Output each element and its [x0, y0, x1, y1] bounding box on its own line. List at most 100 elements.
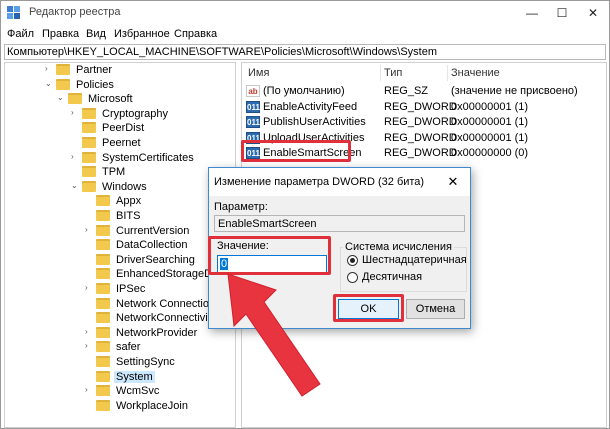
- radio-dec-label[interactable]: Десятичная: [362, 271, 422, 283]
- folder-icon: [96, 239, 110, 251]
- key-tree[interactable]: › Partner ⌄ Policies ⌄ Microsoft › Cryptography…: [4, 62, 236, 428]
- value-data: 0x00000001 (1): [451, 131, 529, 144]
- column-separator[interactable]: [447, 65, 448, 81]
- folder-icon: [82, 180, 96, 192]
- collapse-arrow-icon[interactable]: ⌄: [71, 181, 79, 190]
- value-type: REG_SZ: [384, 85, 429, 97]
- registry-value-row[interactable]: ab (По умолчанию) REG_SZ (значение не присв…: [244, 84, 604, 99]
- value-name: (По умолчанию): [263, 85, 345, 97]
- folder-icon: [82, 122, 96, 134]
- folder-icon: [96, 385, 110, 397]
- radio-dec[interactable]: [347, 272, 358, 283]
- base-group-title: Система исчисления: [343, 241, 454, 253]
- value-data: 0x00000001 (1): [451, 116, 529, 128]
- dialog-close-button[interactable]: ✕: [441, 173, 465, 191]
- collapse-arrow-icon[interactable]: ⌄: [57, 93, 65, 102]
- param-name-field: EnableSmartScreen: [214, 215, 465, 232]
- folder-icon: [96, 253, 110, 265]
- tree-item-label: safer: [116, 341, 141, 354]
- menu-bar: Файл Правка Вид Избранное Справка: [1, 25, 609, 44]
- registry-editor-icon: [7, 6, 20, 19]
- tree-item-label: Peernet: [102, 137, 141, 149]
- tree-item-label: DataCollection: [116, 239, 188, 252]
- folder-icon: [96, 268, 110, 280]
- registry-value-row[interactable]: 011 PublishUserActivities REG_DWORD 0x00000…: [244, 115, 604, 130]
- param-name-text: EnableSmartScreen: [218, 218, 317, 230]
- tree-item-label: System: [114, 370, 155, 383]
- red-arrow-icon: [227, 273, 321, 397]
- folder-icon: [96, 210, 110, 221]
- tree-item-label: Appx: [116, 195, 142, 208]
- folder-icon: [96, 356, 110, 367]
- expand-arrow-icon[interactable]: ›: [71, 152, 79, 161]
- tree-item-label: SettingSync: [116, 356, 175, 368]
- string-value-icon: ab: [246, 85, 260, 97]
- menu-file[interactable]: Файл: [7, 28, 34, 40]
- maximize-button[interactable]: ☐: [547, 1, 577, 25]
- value-type: REG_DWORD: [384, 147, 457, 159]
- tree-item-label: NetworkProvider: [116, 326, 198, 339]
- folder-icon: [82, 151, 96, 163]
- tree-item-label: Microsoft: [88, 93, 133, 106]
- column-separator[interactable]: [380, 65, 381, 81]
- folder-icon: [96, 399, 110, 411]
- expand-arrow-icon[interactable]: ›: [85, 341, 93, 350]
- expand-arrow-icon[interactable]: ›: [71, 108, 79, 117]
- tree-item-label: SystemCertificates: [102, 151, 194, 164]
- expand-arrow-icon[interactable]: ›: [85, 385, 93, 394]
- highlight-ok-button: [333, 294, 404, 322]
- minimize-button[interactable]: —: [517, 1, 547, 25]
- value-data: (значение не присвоено): [451, 85, 578, 97]
- value-type: REG_DWORD: [384, 100, 457, 113]
- column-header-name[interactable]: Имя: [248, 67, 269, 79]
- tree-item-label: WorkplaceJoin: [116, 399, 188, 412]
- collapse-arrow-icon[interactable]: ⌄: [45, 79, 53, 88]
- expand-arrow-icon[interactable]: ›: [85, 327, 93, 336]
- folder-icon: [96, 341, 110, 353]
- folder-icon: [68, 93, 82, 105]
- dialog-title-bar: Изменение параметра DWORD (32 бита) ✕: [209, 168, 470, 196]
- highlight-enable-smartscreen: [241, 140, 351, 162]
- tree-item-label: Policies: [76, 78, 114, 91]
- tree-item-label: TPM: [102, 166, 126, 179]
- value-name: EnableActivityFeed: [263, 100, 358, 113]
- folder-icon: [56, 78, 70, 90]
- column-header-type[interactable]: Тип: [384, 67, 402, 79]
- tree-item-label: DriverSearching: [116, 253, 195, 266]
- menu-favorites[interactable]: Избранное: [114, 28, 170, 40]
- radio-hex-label[interactable]: Шестнадцатеричная: [362, 254, 467, 266]
- registry-value-row[interactable]: 011 EnableActivityFeed REG_DWORD 0x00000001…: [244, 100, 604, 115]
- value-data: 0x00000000 (0): [451, 147, 529, 159]
- expand-arrow-icon[interactable]: ›: [45, 64, 53, 73]
- address-bar[interactable]: Компьютер\HKEY_LOCAL_MACHINE\SOFTWARE\Po…: [4, 44, 606, 60]
- expand-arrow-icon[interactable]: ›: [85, 283, 93, 292]
- tree-item-label: CurrentVersion: [116, 224, 190, 237]
- registry-editor-window: Редактор реестра — ☐ ✕ Файл Правка Вид И…: [0, 0, 610, 429]
- folder-icon: [96, 370, 110, 382]
- folder-icon: [82, 137, 96, 148]
- folder-icon: [82, 166, 96, 178]
- column-header-value[interactable]: Значение: [451, 67, 500, 79]
- tree-item-label: NetworkConnectivity: [116, 312, 217, 325]
- value-type: REG_DWORD: [384, 131, 457, 144]
- tree-item-label: IPSec: [116, 283, 146, 295]
- folder-icon: [56, 64, 70, 75]
- tree-item-label: Windows: [102, 180, 147, 193]
- folder-icon: [96, 195, 110, 207]
- address-path: Компьютер\HKEY_LOCAL_MACHINE\SOFTWARE\Po…: [7, 46, 437, 58]
- tree-item-label: WcmSvc: [116, 385, 160, 398]
- cancel-button[interactable]: Отмена: [406, 299, 465, 319]
- value-name: PublishUserActivities: [263, 116, 366, 128]
- value-type: REG_DWORD: [384, 116, 457, 128]
- menu-view[interactable]: Вид: [86, 28, 106, 40]
- value-data: 0x00000001 (1): [451, 100, 529, 113]
- tree-item-label: BITS: [116, 210, 141, 222]
- close-button[interactable]: ✕: [578, 1, 608, 25]
- dword-value-icon: 011: [246, 100, 260, 113]
- folder-icon: [96, 224, 110, 236]
- menu-help[interactable]: Справка: [174, 28, 217, 40]
- expand-arrow-icon[interactable]: ›: [85, 225, 93, 234]
- dialog-title: Изменение параметра DWORD (32 бита): [214, 176, 425, 188]
- radio-hex[interactable]: [347, 255, 358, 266]
- menu-edit[interactable]: Правка: [42, 28, 79, 40]
